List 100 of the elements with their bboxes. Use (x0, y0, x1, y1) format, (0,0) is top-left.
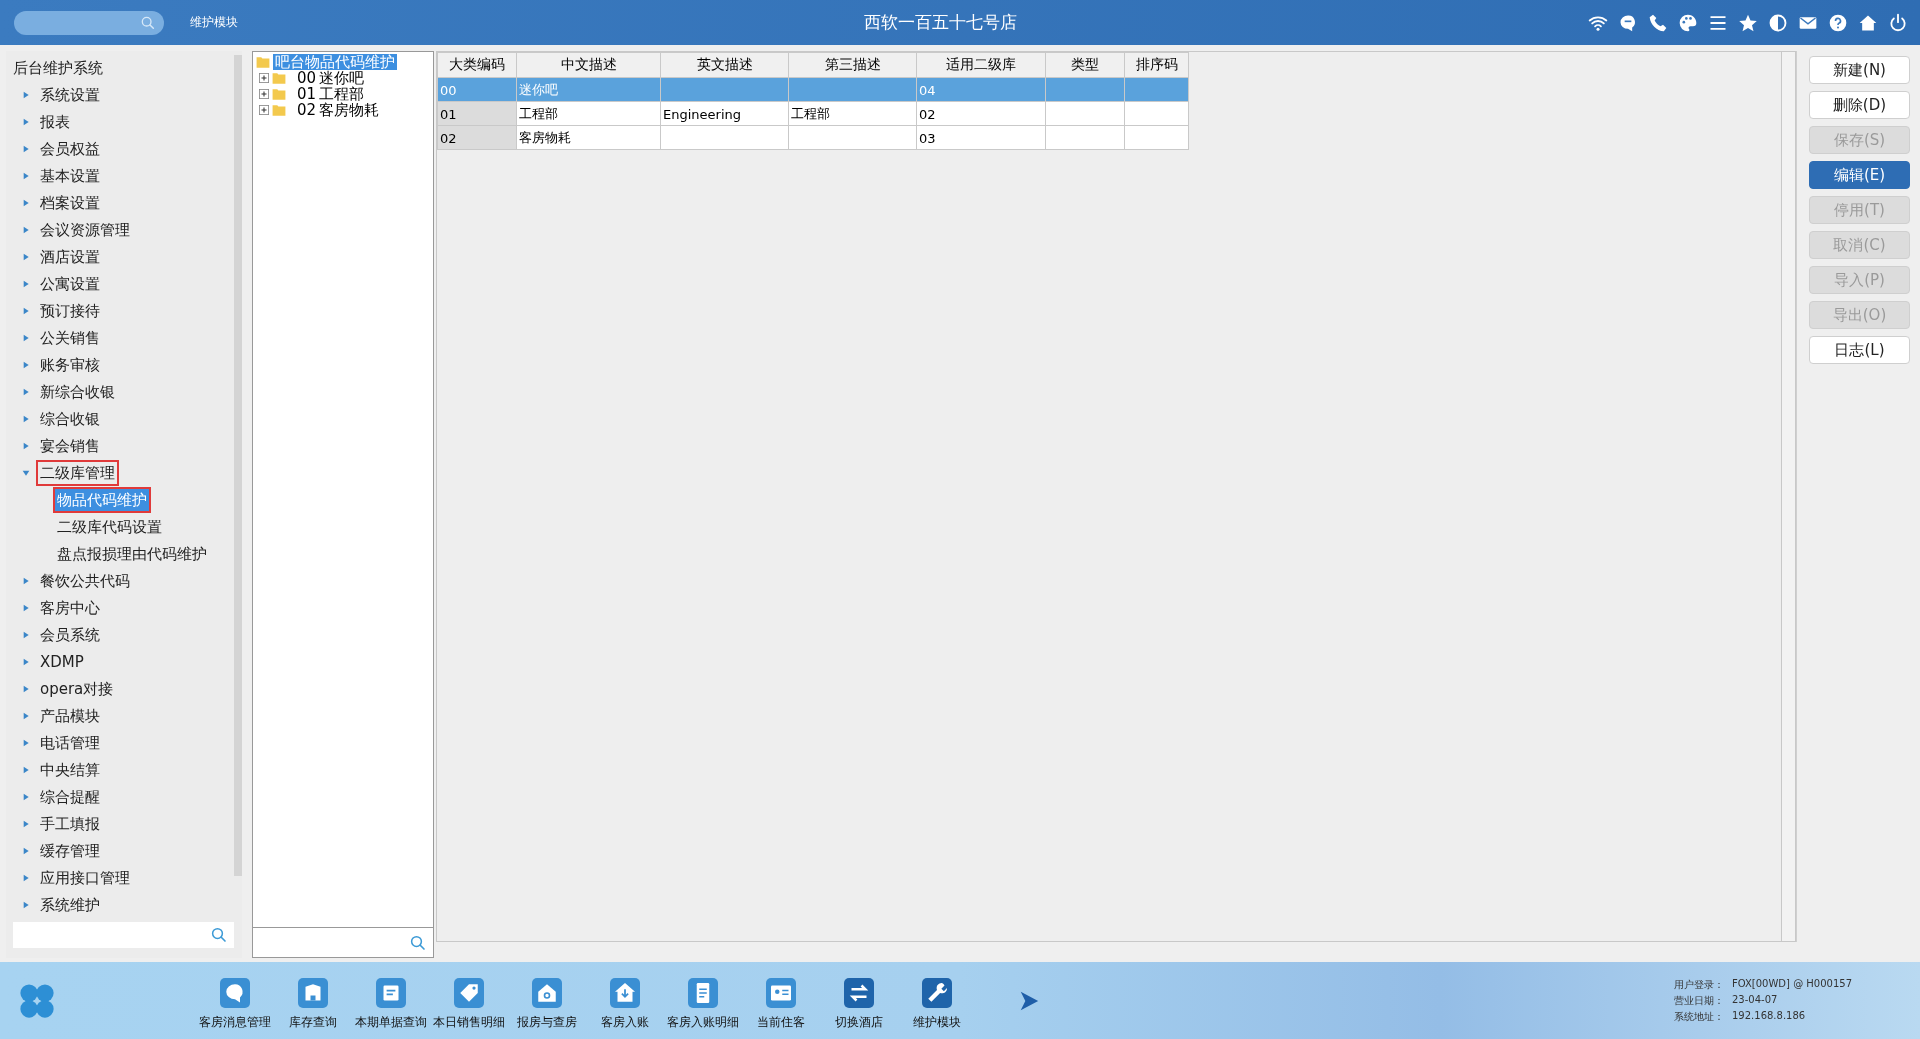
caret-right-icon[interactable] (22, 900, 30, 909)
tree-item[interactable]: XDMP (36, 648, 88, 675)
caret-right-icon[interactable] (22, 657, 30, 666)
tree-item[interactable]: 应用接口管理 (36, 864, 134, 891)
caret-right-icon[interactable] (22, 603, 30, 612)
receipt-icon[interactable] (376, 978, 406, 1008)
tree-item[interactable]: 客房物耗 (319, 102, 379, 118)
column-header[interactable]: 类型 (1045, 52, 1125, 78)
tree-item[interactable]: 中央结算 (36, 756, 104, 783)
shortcut-label[interactable]: 本日销售明细 (433, 1014, 505, 1031)
shortcut-label[interactable]: 报房与查房 (517, 1014, 577, 1031)
search-icon[interactable] (210, 926, 228, 944)
caret-right-icon[interactable] (22, 630, 30, 639)
action-button[interactable]: 编辑(E) (1809, 161, 1910, 189)
tree-item[interactable]: 手工填报 (36, 810, 104, 837)
search-field[interactable] (252, 928, 434, 958)
caret-right-icon[interactable] (22, 279, 30, 288)
expand-icon[interactable] (259, 105, 269, 115)
tree-item[interactable]: 会员权益 (36, 135, 104, 162)
expand-icon[interactable] (259, 89, 269, 99)
search-icon[interactable] (409, 933, 427, 952)
power-icon[interactable] (1888, 12, 1908, 33)
building-icon[interactable] (298, 978, 328, 1008)
house-search-icon[interactable] (532, 978, 562, 1008)
tree-item[interactable]: 餐饮公共代码 (36, 567, 134, 594)
tree-item[interactable]: 综合收银 (36, 405, 104, 432)
tree-item[interactable]: 报表 (36, 108, 74, 135)
caret-right-icon[interactable] (22, 360, 30, 369)
column-header[interactable]: 大类编码 (437, 52, 517, 78)
search-icon[interactable] (140, 14, 156, 31)
action-button[interactable]: 删除(D) (1809, 91, 1910, 119)
tree-item[interactable]: 系统设置 (36, 81, 104, 108)
action-button[interactable]: 新建(N) (1809, 56, 1910, 84)
chat-icon[interactable] (1618, 12, 1638, 33)
column-header[interactable]: 适用二级库 (916, 52, 1046, 78)
tree-item[interactable]: 酒店设置 (36, 243, 104, 270)
action-button[interactable]: 日志(L) (1809, 336, 1910, 364)
search-field[interactable] (13, 922, 234, 948)
tree-item[interactable]: 基本设置 (36, 162, 104, 189)
caret-right-icon[interactable] (22, 441, 30, 450)
shortcut-label[interactable]: 当前住客 (757, 1014, 805, 1031)
tree-item[interactable]: 电话管理 (36, 729, 104, 756)
tree-item[interactable]: 会议资源管理 (36, 216, 134, 243)
shortcut-label[interactable]: 本期单据查询 (355, 1014, 427, 1031)
house-icon[interactable] (610, 978, 640, 1008)
tree-item[interactable]: 缓存管理 (36, 837, 104, 864)
tree-item[interactable]: 综合提醒 (36, 783, 104, 810)
caret-right-icon[interactable] (22, 792, 30, 801)
search-field[interactable] (14, 10, 164, 35)
tree-item[interactable]: 档案设置 (36, 189, 104, 216)
id-card-icon[interactable] (766, 978, 796, 1008)
chat-icon[interactable] (220, 978, 250, 1008)
caret-right-icon[interactable] (22, 198, 30, 207)
tree-item[interactable]: 客房中心 (36, 594, 104, 621)
caret-right-icon[interactable] (22, 576, 30, 585)
caret-right-icon[interactable] (22, 144, 30, 153)
tree-item[interactable]: 迷你吧 (319, 70, 364, 86)
caret-right-icon[interactable] (22, 414, 30, 423)
tag-icon[interactable] (454, 978, 484, 1008)
column-header[interactable]: 英文描述 (660, 52, 789, 78)
tree-item[interactable]: 系统维护 (36, 891, 104, 918)
shortcut-label[interactable]: 维护模块 (913, 1014, 961, 1031)
caret-right-icon[interactable] (22, 225, 30, 234)
caret-right-icon[interactable] (22, 333, 30, 342)
column-header[interactable]: 第三描述 (788, 52, 917, 78)
shortcut-label[interactable]: 客房入账 (601, 1014, 649, 1031)
tree-item[interactable]: 会员系统 (36, 621, 104, 648)
scrollbar[interactable] (234, 55, 242, 876)
four-petal-logo-icon[interactable] (18, 981, 56, 1020)
caret-right-icon[interactable] (22, 90, 30, 99)
caret-right-icon[interactable] (22, 252, 30, 261)
tree-item[interactable]: 二级库代码设置 (53, 513, 166, 540)
caret-right-icon[interactable] (22, 873, 30, 882)
palette-icon[interactable] (1678, 12, 1698, 33)
tree-item[interactable]: 预订接待 (36, 297, 104, 324)
tree-item[interactable]: 工程部 (319, 86, 364, 102)
caret-right-icon[interactable] (22, 306, 30, 315)
help-icon[interactable] (1828, 12, 1848, 33)
tree-item[interactable]: 盘点报损理由代码维护 (53, 540, 211, 567)
tree-item[interactable]: 新综合收银 (36, 378, 119, 405)
caret-right-icon[interactable] (22, 117, 30, 126)
caret-right-icon[interactable] (22, 171, 30, 180)
table-row[interactable]: 01 工程部 Engineering 工程部 02 (437, 101, 1189, 126)
caret-right-icon[interactable] (22, 387, 30, 396)
caret-down-icon[interactable] (22, 468, 30, 477)
tree-item[interactable]: 产品模块 (36, 702, 104, 729)
shortcut-label[interactable]: 库存查询 (289, 1014, 337, 1031)
tree-item[interactable]: 公关销售 (36, 324, 104, 351)
tree-item[interactable]: 公寓设置 (36, 270, 104, 297)
phone-icon[interactable] (1648, 12, 1668, 33)
wrench-icon[interactable] (922, 978, 952, 1008)
column-header[interactable]: 排序码 (1124, 52, 1189, 78)
column-header[interactable]: 中文描述 (516, 52, 661, 78)
scrollbar[interactable] (1781, 52, 1795, 941)
contrast-icon[interactable] (1768, 12, 1788, 33)
tree-item[interactable]: 二级库管理 (36, 459, 119, 486)
expand-icon[interactable] (259, 73, 269, 83)
caret-right-icon[interactable] (22, 711, 30, 720)
caret-right-icon[interactable] (22, 738, 30, 747)
caret-right-icon[interactable] (22, 765, 30, 774)
